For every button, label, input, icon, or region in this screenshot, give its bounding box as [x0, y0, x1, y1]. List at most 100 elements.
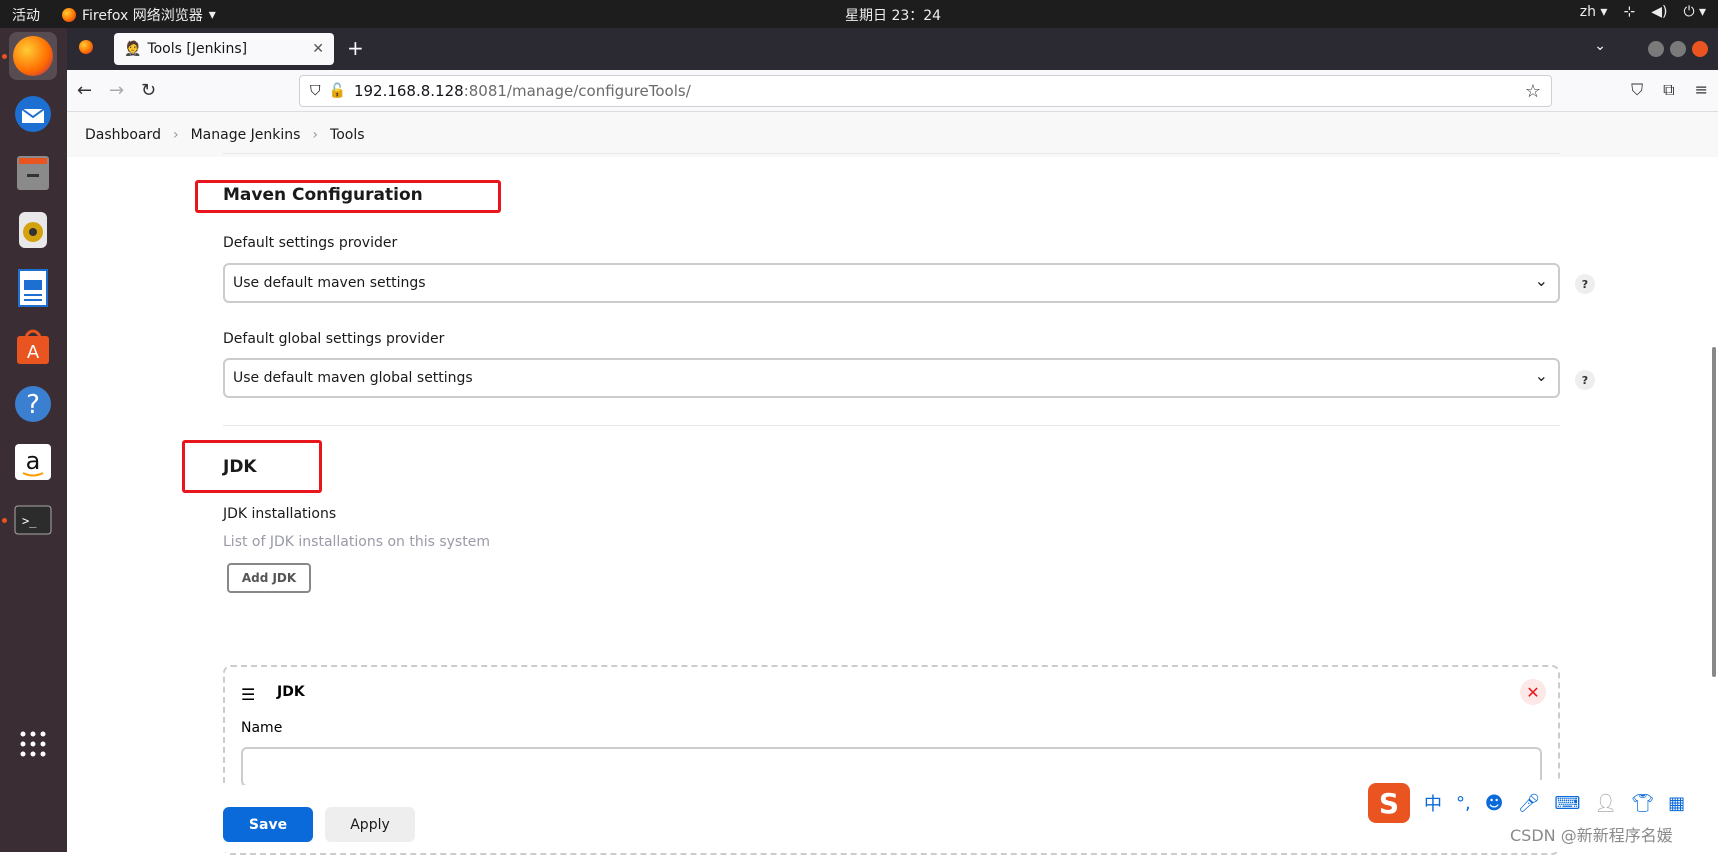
show-apps-button[interactable] [9, 720, 57, 768]
dock-thunderbird[interactable] [9, 90, 57, 138]
microphone-icon[interactable]: 🎤︎ [1518, 793, 1541, 814]
close-tab-icon[interactable]: ✕ [312, 41, 324, 57]
global-settings-provider-value: Use default maven global settings [233, 370, 473, 386]
sogou-logo-icon[interactable]: S [1368, 783, 1410, 823]
help-icon[interactable]: ? [1575, 274, 1595, 294]
jenkins-favicon-icon: 🤵 [124, 41, 142, 57]
network-icon[interactable]: ⊹ [1623, 4, 1635, 20]
firefox-icon [13, 36, 53, 76]
menu-hamburger-icon[interactable]: ≡ [1695, 80, 1708, 100]
new-tab-button[interactable]: + [347, 36, 364, 60]
breadcrumb-manage-jenkins[interactable]: Manage Jenkins [191, 127, 301, 143]
activities-button[interactable]: 活动 [12, 5, 40, 25]
global-settings-provider-select[interactable]: Use default maven global settings ⌄ [223, 358, 1560, 398]
dock-firefox[interactable] [9, 32, 57, 80]
dock-files[interactable] [9, 148, 57, 196]
chevron-right-icon: › [312, 126, 319, 143]
settings-provider-label: Default settings provider [223, 235, 398, 251]
bookmark-star-icon[interactable]: ☆ [1525, 81, 1541, 102]
jdk-item-title: JDK [277, 684, 305, 700]
reload-icon[interactable]: ↻ [141, 80, 156, 101]
svg-text:?: ? [26, 390, 40, 420]
list-all-tabs-icon[interactable]: ⌄ [1594, 38, 1606, 54]
breadcrumb-tools[interactable]: Tools [330, 127, 365, 143]
delete-jdk-icon[interactable]: ✕ [1520, 679, 1546, 705]
document-icon [18, 269, 48, 307]
dock: A ? a >_ [0, 28, 67, 852]
close-window-button[interactable] [1692, 41, 1708, 57]
skin-shirt-icon[interactable]: 👕︎ [1631, 793, 1654, 814]
url-bar[interactable]: ⛉ 🔓 192.168.8.128 :8081/manage/configure… [299, 75, 1552, 107]
dock-amazon[interactable]: a [9, 438, 57, 486]
keyboard-icon[interactable]: ⌨ [1554, 793, 1580, 814]
running-indicator [2, 54, 7, 59]
window-controls [1648, 41, 1708, 57]
minimize-button[interactable] [1648, 41, 1664, 57]
extensions-icon[interactable]: ⧉ [1663, 80, 1674, 100]
running-indicator [2, 518, 7, 523]
shield-icon[interactable]: ⛉ [310, 83, 321, 99]
toolbox-grid-icon[interactable]: ▦ [1668, 793, 1685, 814]
drag-handle-icon[interactable]: ☰ [241, 685, 255, 704]
firefox-view-icon[interactable] [79, 40, 93, 54]
section-title-maven: Maven Configuration [223, 185, 423, 205]
dock-rhythmbox[interactable] [9, 206, 57, 254]
dock-writer[interactable] [9, 264, 57, 312]
divider [223, 425, 1560, 426]
chevron-down-icon: ⌄ [1534, 271, 1548, 290]
app-grid-icon [20, 731, 46, 757]
jdk-name-label: Name [241, 720, 283, 736]
chevron-down-icon: ▾ [208, 7, 216, 23]
amazon-icon: a [15, 444, 51, 480]
svg-text:a: a [26, 447, 41, 475]
speaker-icon [19, 212, 47, 248]
clock[interactable]: 星期日 23：24 [845, 5, 941, 25]
browser-nav-bar: ← → ↻ ⛉ 🔓 192.168.8.128 :8081/manage/con… [67, 70, 1718, 112]
user-icon[interactable]: 👤︎ [1594, 793, 1617, 814]
tab-title: Tools [Jenkins] [147, 41, 248, 57]
save-button[interactable]: Save [223, 807, 313, 842]
dock-help[interactable]: ? [9, 380, 57, 428]
settings-provider-value: Use default maven settings [233, 275, 426, 291]
add-jdk-button[interactable]: Add JDK [227, 563, 311, 593]
url-path: :8081/manage/configureTools/ [463, 82, 691, 100]
ime-toolbar: S 中 °, ☻ 🎤︎ ⌨ 👤︎ 👕︎ ▦ [1360, 780, 1716, 826]
thunderbird-icon [15, 96, 51, 132]
global-settings-provider-label: Default global settings provider [223, 331, 445, 347]
svg-text:A: A [27, 342, 40, 363]
jdk-installations-description: List of JDK installations on this system [223, 534, 490, 550]
dock-terminal[interactable]: >_ [9, 496, 57, 544]
chevron-down-icon: ⌄ [1534, 366, 1548, 385]
emoji-icon[interactable]: ☻ [1485, 793, 1504, 814]
app-menu[interactable]: Firefox 网络浏览器 ▾ [62, 5, 216, 25]
help-icon: ? [15, 386, 51, 422]
ime-punctuation-toggle[interactable]: °, [1456, 793, 1471, 814]
apply-button[interactable]: Apply [325, 807, 415, 842]
system-top-bar: 活动 Firefox 网络浏览器 ▾ 星期日 23：24 zh ▾ ⊹ ◀) ⏻… [0, 0, 1718, 28]
back-arrow-icon[interactable]: ← [77, 80, 92, 101]
app-name: Firefox 网络浏览器 [82, 8, 203, 24]
firefox-icon [62, 8, 76, 22]
help-icon[interactable]: ? [1575, 370, 1595, 390]
breadcrumb-dashboard[interactable]: Dashboard [85, 127, 161, 143]
insecure-lock-icon[interactable]: 🔓 [329, 83, 346, 99]
jdk-installations-label: JDK installations [223, 506, 337, 522]
power-icon[interactable]: ⏻ ▾ [1683, 4, 1706, 20]
page-scrollbar[interactable] [1712, 347, 1716, 677]
browser-tab-bar: 🤵 Tools [Jenkins] ✕ + ⌄ [67, 28, 1718, 70]
jdk-name-input[interactable] [241, 747, 1542, 787]
maximize-button[interactable] [1670, 41, 1686, 57]
dock-software[interactable]: A [9, 322, 57, 370]
pocket-icon[interactable]: ⛉ [1631, 80, 1643, 100]
file-cabinet-icon [17, 156, 49, 190]
forward-arrow-icon[interactable]: → [109, 80, 124, 101]
url-host: 192.168.8.128 [353, 82, 464, 100]
tab-jenkins-tools[interactable]: 🤵 Tools [Jenkins] ✕ [114, 33, 334, 65]
divider [223, 153, 1560, 154]
breadcrumb: Dashboard › Manage Jenkins › Tools [67, 112, 1718, 157]
ime-mode-toggle[interactable]: 中 [1424, 790, 1442, 816]
settings-provider-select[interactable]: Use default maven settings ⌄ [223, 263, 1560, 303]
svg-text:>_: >_ [22, 514, 37, 528]
volume-icon[interactable]: ◀) [1651, 4, 1667, 20]
language-indicator[interactable]: zh ▾ [1580, 4, 1608, 20]
